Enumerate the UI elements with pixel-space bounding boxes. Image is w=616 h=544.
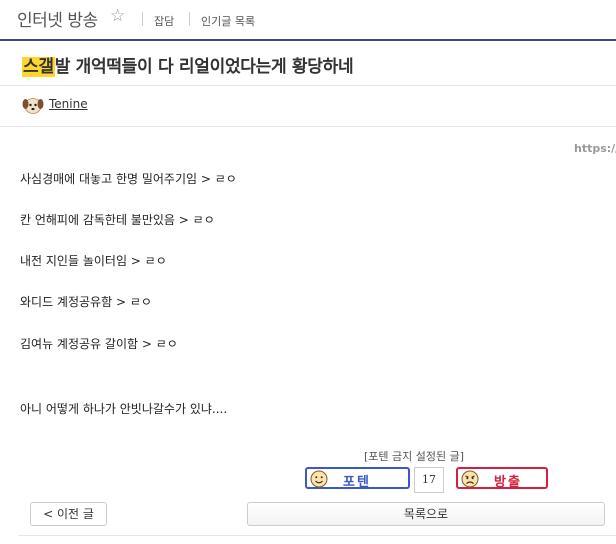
prev-post-button[interactable]: < 이전 글 xyxy=(30,502,107,526)
author-name[interactable]: Tenine xyxy=(49,97,88,111)
downvote-button[interactable]: 방출 xyxy=(456,467,548,490)
divider xyxy=(18,535,616,536)
body-line: 아니 어떻게 하나가 안빗나갈수가 있냐.... xyxy=(20,402,228,416)
gallery-name[interactable]: 인터넷 방송 xyxy=(17,6,98,31)
body-line: 사심경매에 대놓고 한명 밀어주기임 > ㄹㅇ xyxy=(20,172,237,186)
top-bar: 인터넷 방송 ☆ 잡담 인기글 목록 xyxy=(0,0,616,36)
puppy-avatar-icon xyxy=(22,98,44,114)
body-line: 내전 지인들 놀이터임 > ㄹㅇ xyxy=(20,254,167,268)
link-chat[interactable]: 잡담 xyxy=(154,13,174,29)
author-row: Tenine xyxy=(0,84,616,127)
url-text[interactable]: https:// xyxy=(574,142,616,155)
body-line: 와디드 계정공유함 > ㄹㅇ xyxy=(20,295,152,309)
upvote-label: 포텐 xyxy=(343,475,371,490)
vote-notice: [포텐 금지 설정된 글] xyxy=(364,450,465,463)
back-to-list-button[interactable]: 목록으로 xyxy=(247,502,605,526)
title-text: 발 개억떡들이 다 리얼이었다는게 황당하네 xyxy=(54,57,354,77)
star-outline-icon[interactable]: ☆ xyxy=(110,6,125,26)
upvote-button[interactable]: 포텐 xyxy=(305,467,410,490)
post-title: 스갤발 개억떡들이 다 리얼이었다는게 황당하네 xyxy=(22,52,354,77)
link-popular-list[interactable]: 인기글 목록 xyxy=(201,13,255,29)
divider xyxy=(142,12,143,26)
divider xyxy=(189,12,190,26)
post-title-bar: 스갤발 개억떡들이 다 리얼이었다는게 황당하네 xyxy=(0,39,616,86)
angry-face-icon xyxy=(461,470,479,488)
vote-count: 17 xyxy=(414,467,444,493)
body-line: 칸 언해피에 감독한테 불만있음 > ㄹㅇ xyxy=(20,213,215,227)
happy-face-icon xyxy=(310,470,328,488)
body-line: 김여뉴 계정공유 갈이함 > ㄹㅇ xyxy=(20,337,178,351)
title-highlight: 스갤 xyxy=(22,57,55,77)
downvote-label: 방출 xyxy=(494,475,522,490)
